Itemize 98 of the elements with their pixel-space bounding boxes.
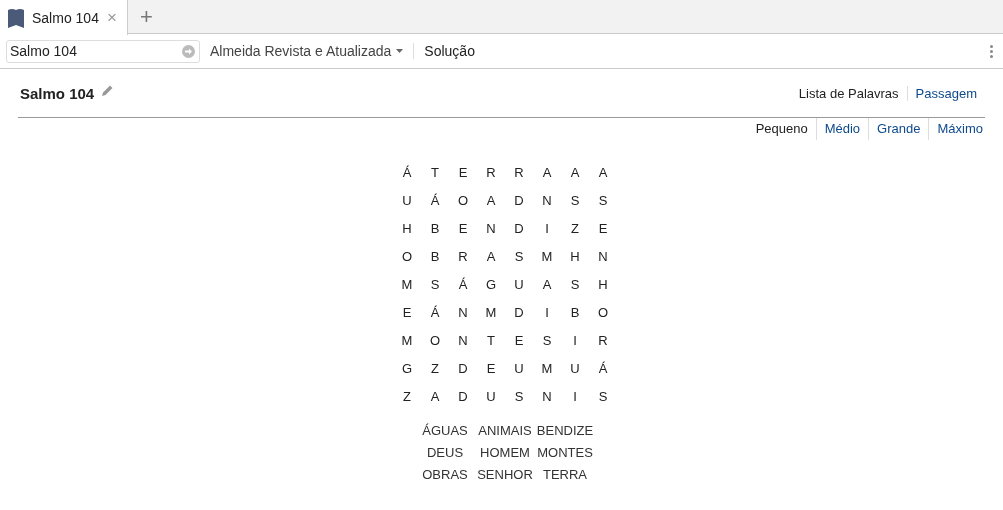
grid-letter: R bbox=[513, 163, 525, 182]
go-icon[interactable] bbox=[182, 44, 195, 58]
grid-letter: Á bbox=[597, 359, 609, 378]
caret-icon bbox=[396, 49, 404, 53]
grid-letter: T bbox=[486, 331, 496, 350]
grid-letter: Z bbox=[430, 359, 440, 378]
grid-letter: R bbox=[485, 163, 497, 182]
grid-letter: I bbox=[572, 331, 578, 350]
grid-letter: B bbox=[429, 247, 441, 266]
size-link[interactable]: Máximo bbox=[928, 118, 983, 140]
grid-letter: Á bbox=[457, 275, 469, 294]
grid-letter: U bbox=[485, 387, 497, 406]
grid-letter: T bbox=[430, 163, 440, 182]
grid-letter: A bbox=[541, 163, 553, 182]
size-link[interactable]: Médio bbox=[815, 118, 869, 140]
grid-letter: E bbox=[513, 331, 525, 350]
grid-letter: Á bbox=[429, 191, 441, 210]
grid-letter: N bbox=[541, 191, 553, 210]
size-link[interactable]: Pequeno bbox=[747, 118, 816, 140]
solution-button[interactable]: Solução bbox=[414, 43, 485, 59]
grid-letter: E bbox=[457, 163, 469, 182]
word-list-item: TERRA bbox=[541, 466, 589, 484]
grid-letter: B bbox=[429, 219, 441, 238]
grid-letter: G bbox=[400, 359, 414, 378]
grid-letter: S bbox=[541, 331, 553, 350]
grid-letter: S bbox=[513, 247, 525, 266]
grid-letter: Á bbox=[401, 163, 413, 182]
grid-letter: G bbox=[484, 275, 498, 294]
grid-letter: R bbox=[457, 247, 469, 266]
new-tab-button[interactable]: + bbox=[128, 0, 165, 33]
size-link[interactable]: Grande bbox=[868, 118, 929, 140]
grid-letter: S bbox=[569, 191, 581, 210]
view-link[interactable]: Lista de Palavras bbox=[790, 85, 907, 101]
word-list-item: SENHOR bbox=[476, 466, 534, 484]
grid-letter: M bbox=[540, 359, 554, 378]
version-dropdown[interactable]: Almeida Revista e Atualizada bbox=[200, 43, 415, 59]
grid-letter: D bbox=[457, 387, 469, 406]
word-list-item: DEUS bbox=[425, 444, 465, 462]
word-list-item: ÁGUAS bbox=[421, 422, 469, 440]
grid-letter: E bbox=[485, 359, 497, 378]
view-link[interactable]: Passagem bbox=[906, 85, 985, 101]
grid-letter: D bbox=[513, 191, 525, 210]
tab-label: Salmo 104 bbox=[32, 9, 99, 26]
grid-letter: N bbox=[597, 247, 609, 266]
grid-letter: A bbox=[429, 387, 441, 406]
grid-letter: M bbox=[540, 247, 554, 266]
word-list-item: MONTES bbox=[536, 444, 594, 462]
grid-letter: I bbox=[544, 219, 550, 238]
grid-letter: O bbox=[400, 247, 414, 266]
grid-letter: E bbox=[597, 219, 609, 238]
grid-letter: S bbox=[597, 191, 609, 210]
grid-letter: S bbox=[429, 275, 441, 294]
grid-letter: M bbox=[400, 275, 414, 294]
grid-letter: H bbox=[401, 219, 413, 238]
grid-letter: S bbox=[597, 387, 609, 406]
grid-letter: E bbox=[457, 219, 469, 238]
grid-letter: A bbox=[485, 247, 497, 266]
grid-letter: N bbox=[541, 387, 553, 406]
grid-letter: O bbox=[456, 191, 470, 210]
grid-letter: O bbox=[428, 331, 442, 350]
grid-letter: D bbox=[457, 359, 469, 378]
grid-letter: D bbox=[513, 219, 525, 238]
grid-letter: I bbox=[544, 303, 550, 322]
grid-letter: N bbox=[457, 331, 469, 350]
grid-letter: E bbox=[401, 303, 413, 322]
grid-letter: A bbox=[569, 163, 581, 182]
word-list-item: OBRAS bbox=[421, 466, 469, 484]
reference-field[interactable]: Salmo 104 bbox=[6, 39, 200, 63]
word-list-item: HOMEM bbox=[479, 444, 531, 462]
word-list-item: BENDIZE bbox=[535, 422, 595, 440]
grid-letter: I bbox=[572, 387, 578, 406]
grid-letter: Z bbox=[402, 387, 412, 406]
grid-letter: U bbox=[401, 191, 413, 210]
grid-letter: A bbox=[597, 163, 609, 182]
book-icon bbox=[8, 7, 24, 28]
grid-letter: S bbox=[569, 275, 581, 294]
pencil-icon[interactable] bbox=[102, 84, 114, 96]
puzzle-title: Salmo 104 bbox=[20, 84, 95, 102]
grid-letter: U bbox=[513, 359, 525, 378]
grid-letter: O bbox=[596, 303, 610, 322]
grid-letter: N bbox=[485, 219, 497, 238]
grid-letter: N bbox=[457, 303, 469, 322]
grid-letter: A bbox=[485, 191, 497, 210]
grid-letter: H bbox=[569, 247, 581, 266]
grid-letter: M bbox=[400, 331, 414, 350]
grid-letter: U bbox=[513, 275, 525, 294]
grid-letter: M bbox=[484, 303, 498, 322]
document-tab[interactable]: Salmo 104 × bbox=[0, 0, 128, 35]
grid-letter: S bbox=[513, 387, 525, 406]
grid-letter: D bbox=[513, 303, 525, 322]
grid-letter: H bbox=[597, 275, 609, 294]
grid-letter: Z bbox=[570, 219, 580, 238]
grid-letter: A bbox=[541, 275, 553, 294]
word-list-item: ANIMAIS bbox=[477, 422, 533, 440]
grid-letter: U bbox=[569, 359, 581, 378]
grid-letter: B bbox=[569, 303, 581, 322]
grid-letter: Á bbox=[429, 303, 441, 322]
grid-letter: R bbox=[597, 331, 609, 350]
